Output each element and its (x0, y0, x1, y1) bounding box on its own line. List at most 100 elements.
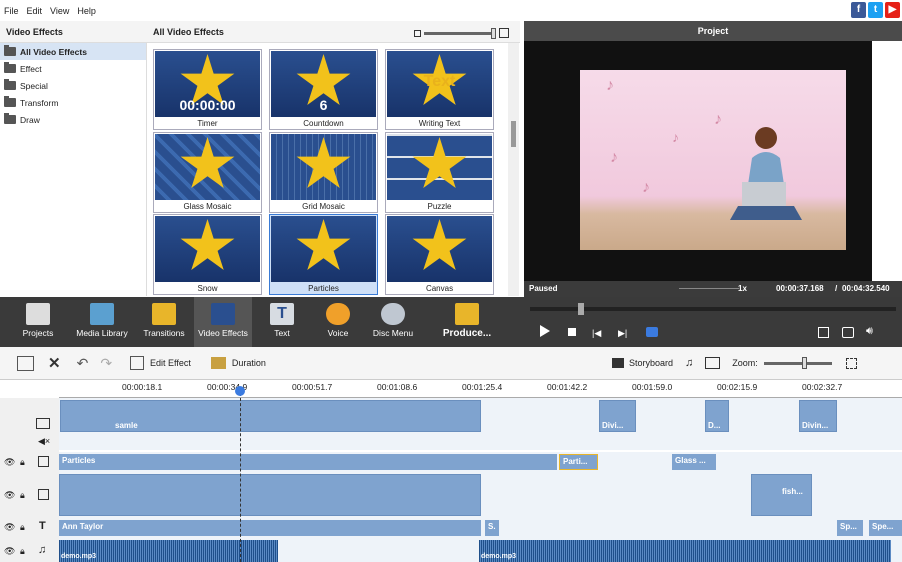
tile-label: Writing Text (418, 119, 461, 128)
timeline-ruler[interactable]: 00:00:18.1 00:00:34.9 00:00:51.7 00:01:0… (59, 380, 902, 398)
video-clip[interactable]: Divin... (799, 400, 837, 432)
eye-icon[interactable]: 👁︎ (4, 522, 15, 533)
video-clip[interactable]: Divi... (599, 400, 636, 432)
fullscreen-icon[interactable] (818, 327, 829, 338)
media-library-button[interactable]: Media Library (72, 297, 132, 347)
effect-tile-canvas[interactable]: Canvas (385, 214, 494, 295)
snapshot-icon[interactable] (842, 327, 854, 338)
tree-item-effect[interactable]: Effect (0, 60, 146, 77)
tree-item-draw[interactable]: Draw (0, 111, 146, 128)
playback-controls: |◀ ▶| 🔊︎ (524, 297, 902, 347)
clip-label: fish... (782, 487, 803, 496)
playhead-handle[interactable] (235, 386, 245, 396)
storyboard-button[interactable]: Storyboard (629, 358, 673, 368)
effect-tile-snow[interactable]: Snow (153, 214, 262, 295)
voice-button[interactable]: Voice (316, 297, 360, 347)
video-clip[interactable]: samle (60, 400, 481, 432)
redo-icon[interactable]: ↷ (100, 355, 112, 372)
eye-icon[interactable]: 👁︎ (4, 546, 15, 557)
effect-bar-particles[interactable]: Particles (59, 454, 557, 470)
audio-mixer-icon[interactable]: ♫ (685, 357, 693, 369)
tree-item-label: Transform (20, 97, 59, 108)
transitions-button[interactable]: Transitions (138, 297, 190, 347)
video-clip[interactable]: D... (705, 400, 729, 432)
text-track[interactable]: Ann Taylor S. Sp... Spe... (59, 518, 902, 538)
menu-view[interactable]: View (46, 6, 73, 16)
text-bar[interactable]: S. (485, 520, 499, 536)
lock-icon[interactable]: 🔒︎ (20, 522, 25, 533)
size-slider-track[interactable] (424, 27, 496, 39)
delete-icon[interactable]: ✕ (48, 354, 61, 372)
video-effects-button[interactable]: Video Effects (194, 297, 252, 347)
overlay-clip[interactable] (59, 474, 481, 516)
zoom-slider-handle[interactable] (801, 356, 807, 369)
eye-icon[interactable]: 👁︎ (4, 457, 15, 468)
puzzle-thumbnail (387, 134, 492, 200)
menu-help[interactable]: Help (73, 6, 100, 16)
lock-icon[interactable]: 🔒︎ (20, 457, 25, 468)
tile-label: Glass Mosaic (183, 202, 232, 211)
fit-timeline-icon[interactable] (845, 357, 857, 369)
menu-edit[interactable]: Edit (23, 6, 47, 16)
text-button[interactable]: T Text (260, 297, 304, 347)
zoom-slider[interactable] (763, 356, 832, 369)
previous-frame-icon[interactable]: |◀ (592, 328, 601, 339)
size-slider-handle[interactable] (491, 27, 496, 39)
undo-icon[interactable]: ↶ (77, 355, 89, 372)
tool-label: Media Library (76, 328, 128, 338)
play-icon[interactable] (540, 325, 550, 337)
effect-tile-timer[interactable]: 00:00:00 Timer (153, 49, 262, 130)
effect-tile-countdown[interactable]: 6 Countdown (269, 49, 378, 130)
timer-thumbnail: 00:00:00 (155, 51, 260, 117)
seek-bar[interactable] (530, 303, 896, 315)
speed-slider[interactable] (679, 288, 739, 289)
effect-tile-particles[interactable]: Particles (269, 214, 378, 295)
produce-button[interactable]: Produce... (436, 297, 498, 347)
audio-track[interactable]: demo.mp3 demo.mp3 (59, 538, 902, 562)
tree-item-all[interactable]: All Video Effects (0, 43, 146, 60)
twitter-icon[interactable]: t (868, 2, 883, 18)
projects-button[interactable]: Projects (14, 297, 62, 347)
stop-icon[interactable] (568, 328, 576, 336)
overlay-clip-fish[interactable]: fish... (751, 474, 812, 516)
effect-bar-particles-short[interactable]: Parti... (559, 454, 598, 470)
thumb-size-slider[interactable] (414, 27, 509, 39)
grid-mosaic-thumbnail (271, 134, 376, 200)
next-frame-icon[interactable]: ▶| (618, 328, 627, 339)
effect-tile-grid-mosaic[interactable]: Grid Mosaic (269, 132, 378, 213)
effect-bar-glass[interactable]: Glass ... (672, 454, 716, 470)
tree-item-transform[interactable]: Transform (0, 94, 146, 111)
menu-file[interactable]: File (0, 6, 23, 16)
monitor-icon[interactable] (705, 357, 721, 369)
ruler-tick: 00:01:42.2 (547, 382, 588, 392)
disc-menu-button[interactable]: Disc Menu (368, 297, 418, 347)
youtube-icon[interactable]: ▶ (885, 2, 900, 18)
volume-icon[interactable]: 🔊︎ (866, 325, 873, 338)
clapper-icon (26, 303, 50, 325)
loop-icon[interactable] (646, 327, 658, 337)
effect-tile-writing-text[interactable]: Text Writing Text (385, 49, 494, 130)
lock-icon[interactable]: 🔒︎ (20, 546, 25, 557)
mute-icon[interactable]: ◀× (38, 436, 50, 447)
duration-button[interactable]: Duration (232, 358, 266, 368)
text-bar[interactable]: Sp... (837, 520, 863, 536)
effects-scrollbar[interactable] (508, 43, 519, 296)
svg-text:♪: ♪ (606, 77, 614, 94)
video-track[interactable]: samle Divi... D... Divin... (59, 398, 902, 450)
split-icon[interactable] (17, 355, 34, 371)
facebook-icon[interactable]: f (851, 2, 866, 18)
lock-icon[interactable]: 🔒︎ (20, 490, 25, 501)
effect-tile-puzzle[interactable]: Puzzle (385, 132, 494, 213)
text-bar-ann-taylor[interactable]: Ann Taylor (59, 520, 481, 536)
edit-effect-button[interactable]: Edit Effect (150, 358, 191, 368)
text-bar[interactable]: Spe... (869, 520, 902, 536)
eye-icon[interactable]: 👁︎ (4, 490, 15, 501)
seek-handle[interactable] (578, 303, 584, 315)
audio-clip[interactable]: demo.mp3 (59, 540, 278, 562)
audio-clip[interactable]: demo.mp3 (479, 540, 891, 562)
tree-item-special[interactable]: Special (0, 77, 146, 94)
scrollbar-thumb[interactable] (511, 121, 516, 147)
effect-tile-glass-mosaic[interactable]: Glass Mosaic (153, 132, 262, 213)
effects-track[interactable]: Particles Parti... Glass ... (59, 452, 902, 472)
overlay-track[interactable]: fish... (59, 472, 902, 518)
